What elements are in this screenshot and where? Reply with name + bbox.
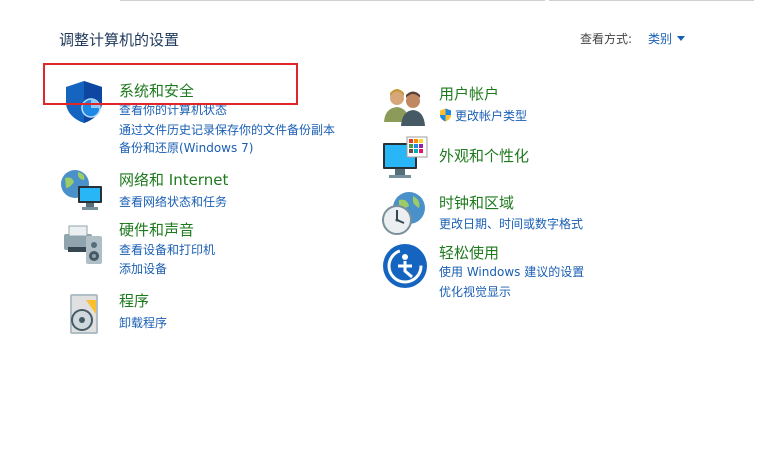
view-by-dropdown[interactable]: 类别: [648, 30, 686, 47]
top-divider: [120, 0, 545, 1]
link-change-account-type[interactable]: 更改帐户类型: [439, 107, 527, 124]
network-globe-icon[interactable]: [58, 166, 106, 214]
page-title: 调整计算机的设置: [59, 31, 180, 49]
clock-globe-icon[interactable]: [381, 190, 429, 238]
category-title-user-accounts[interactable]: 用户帐户: [439, 83, 499, 104]
programs-disc-icon[interactable]: [60, 290, 108, 338]
link-change-date-time-format[interactable]: 更改日期、时间或数字格式: [439, 215, 583, 232]
category-title-hardware-sound[interactable]: 硬件和声音: [119, 219, 194, 240]
chevron-down-icon[interactable]: [677, 36, 686, 41]
category-title-appearance[interactable]: 外观和个性化: [439, 145, 529, 166]
top-divider-right: [549, 0, 754, 1]
monitor-palette-icon[interactable]: [381, 135, 429, 183]
category-title-programs[interactable]: 程序: [119, 290, 149, 311]
uac-shield-icon: [440, 108, 451, 122]
highlight-box: [43, 63, 298, 105]
link-devices-printers[interactable]: 查看设备和打印机: [119, 241, 215, 258]
category-title-clock-region[interactable]: 时钟和区域: [439, 192, 514, 213]
users-icon[interactable]: [381, 82, 429, 130]
link-uninstall-program[interactable]: 卸载程序: [119, 314, 167, 331]
link-backup-restore[interactable]: 备份和还原(Windows 7): [119, 139, 253, 156]
link-windows-recommended-settings[interactable]: 使用 Windows 建议的设置: [439, 263, 584, 280]
view-by-value[interactable]: 类别: [648, 32, 672, 46]
link-network-status[interactable]: 查看网络状态和任务: [119, 193, 227, 210]
printer-speaker-icon[interactable]: [58, 220, 106, 268]
category-title-network[interactable]: 网络和 Internet: [119, 169, 228, 190]
link-file-history-backup[interactable]: 通过文件历史记录保存你的文件备份副本: [119, 121, 335, 138]
link-add-device[interactable]: 添加设备: [119, 260, 167, 277]
category-title-ease-of-access[interactable]: 轻松使用: [439, 242, 499, 263]
link-change-account-type-label[interactable]: 更改帐户类型: [455, 109, 527, 123]
ease-of-access-icon[interactable]: [381, 242, 429, 290]
view-by-label: 查看方式:: [580, 32, 633, 46]
link-optimize-visual-display[interactable]: 优化视觉显示: [439, 283, 511, 300]
